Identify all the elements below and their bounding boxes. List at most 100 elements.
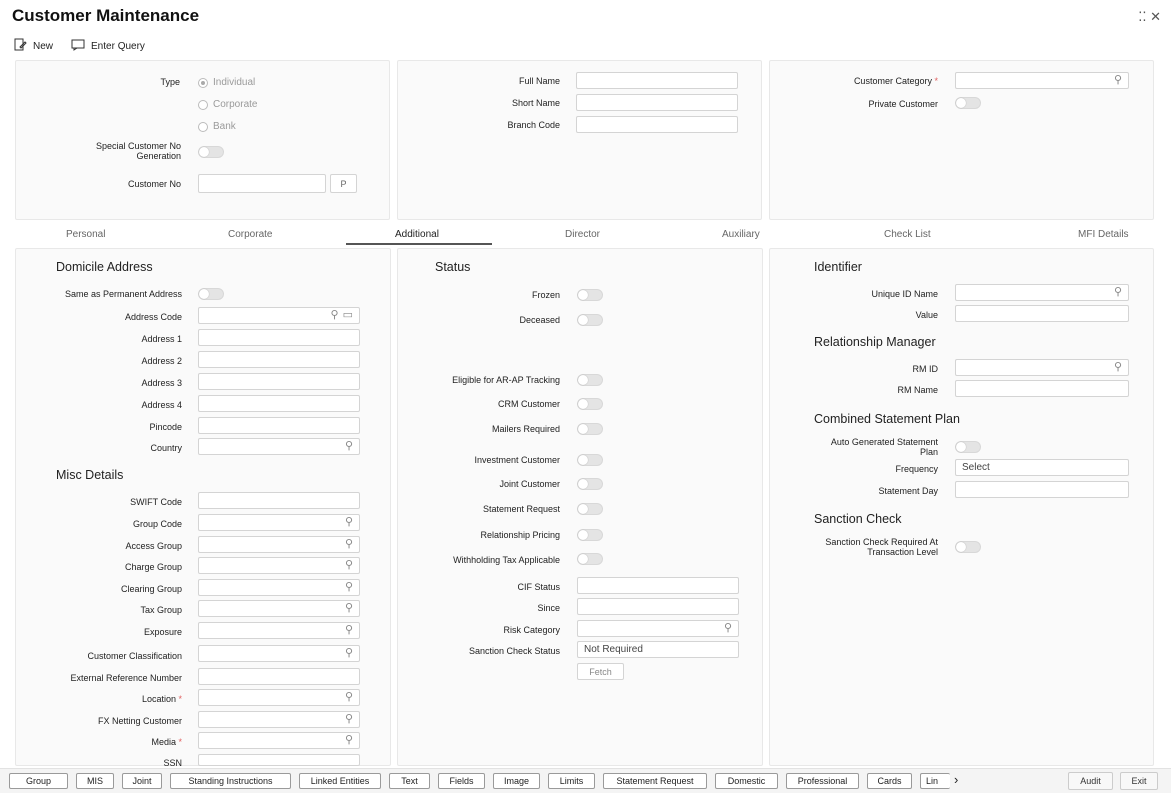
search-icon[interactable]: ⚲ bbox=[345, 625, 353, 636]
comment-icon[interactable]: ▭ bbox=[343, 310, 353, 321]
customer-category-input[interactable]: ⚲ bbox=[955, 72, 1129, 89]
search-icon[interactable]: ⚲ bbox=[345, 692, 353, 703]
limits-button[interactable]: Limits bbox=[548, 773, 595, 789]
search-icon[interactable]: ⚲ bbox=[331, 310, 339, 321]
address4-input[interactable] bbox=[198, 395, 360, 412]
auto-generated-toggle[interactable] bbox=[955, 441, 981, 453]
clearing-group-input[interactable]: ⚲ bbox=[198, 579, 360, 596]
sanction-check-required-toggle[interactable] bbox=[955, 541, 981, 553]
tab-check-list[interactable]: Check List bbox=[884, 229, 931, 240]
customer-no-input[interactable] bbox=[198, 174, 326, 193]
customer-classification-input[interactable]: ⚲ bbox=[198, 645, 360, 662]
standing-instructions-button[interactable]: Standing Instructions bbox=[170, 773, 291, 789]
media-input[interactable]: ⚲ bbox=[198, 732, 360, 749]
tab-mfi-details[interactable]: MFI Details bbox=[1078, 229, 1129, 240]
tab-auxiliary[interactable]: Auxiliary bbox=[722, 229, 760, 240]
tax-group-input[interactable]: ⚲ bbox=[198, 600, 360, 617]
branch-code-input[interactable] bbox=[576, 116, 738, 133]
swift-code-input[interactable] bbox=[198, 492, 360, 509]
pincode-input[interactable] bbox=[198, 417, 360, 434]
sanction-check-status-input[interactable]: Not Required bbox=[577, 641, 739, 658]
frozen-toggle[interactable] bbox=[577, 289, 603, 301]
linked-button-partial[interactable]: Lin bbox=[920, 773, 950, 789]
value-input[interactable] bbox=[955, 305, 1129, 322]
radio-bank[interactable]: Bank bbox=[198, 121, 236, 132]
group-code-input[interactable]: ⚲ bbox=[198, 514, 360, 531]
search-icon[interactable]: ⚲ bbox=[724, 623, 732, 634]
tab-personal[interactable]: Personal bbox=[66, 229, 105, 240]
short-name-input[interactable] bbox=[576, 94, 738, 111]
rm-name-input[interactable] bbox=[955, 380, 1129, 397]
statement-day-input[interactable] bbox=[955, 481, 1129, 498]
customer-no-p-button[interactable]: P bbox=[330, 174, 357, 193]
tab-corporate[interactable]: Corporate bbox=[228, 229, 272, 240]
search-icon[interactable]: ⚲ bbox=[345, 560, 353, 571]
search-icon[interactable]: ⚲ bbox=[345, 441, 353, 452]
tab-director[interactable]: Director bbox=[565, 229, 600, 240]
deceased-toggle[interactable] bbox=[577, 314, 603, 326]
close-icon[interactable]: ✕ bbox=[1150, 9, 1161, 24]
domestic-button[interactable]: Domestic bbox=[715, 773, 778, 789]
risk-category-input[interactable]: ⚲ bbox=[577, 620, 739, 637]
withholding-tax-toggle[interactable] bbox=[577, 553, 603, 565]
address2-input[interactable] bbox=[198, 351, 360, 368]
frequency-select[interactable]: Select bbox=[955, 459, 1129, 476]
tab-additional[interactable]: Additional bbox=[395, 229, 439, 240]
mailers-required-toggle[interactable] bbox=[577, 423, 603, 435]
address-code-input[interactable]: ⚲ ▭ bbox=[198, 307, 360, 324]
audit-button[interactable]: Audit bbox=[1068, 772, 1113, 790]
unique-id-name-input[interactable]: ⚲ bbox=[955, 284, 1129, 301]
enter-query-button[interactable]: Enter Query bbox=[71, 38, 145, 54]
location-input[interactable]: ⚲ bbox=[198, 689, 360, 706]
text-button[interactable]: Text bbox=[389, 773, 430, 789]
cif-status-input[interactable] bbox=[577, 577, 739, 594]
ssn-input[interactable] bbox=[198, 754, 360, 766]
full-name-input[interactable] bbox=[576, 72, 738, 89]
group-button[interactable]: Group bbox=[9, 773, 68, 789]
fetch-button[interactable]: Fetch bbox=[577, 663, 624, 680]
exit-button[interactable]: Exit bbox=[1120, 772, 1158, 790]
search-icon[interactable]: ⚲ bbox=[345, 603, 353, 614]
search-icon[interactable]: ⚲ bbox=[345, 582, 353, 593]
rm-id-input[interactable]: ⚲ bbox=[955, 359, 1129, 376]
radio-corporate[interactable]: Corporate bbox=[198, 99, 257, 110]
statement-request-button[interactable]: Statement Request bbox=[603, 773, 707, 789]
special-customer-toggle[interactable] bbox=[198, 146, 224, 158]
window-controls[interactable]: ⁚⁚ ✕ bbox=[1138, 9, 1161, 25]
search-icon[interactable]: ⚲ bbox=[345, 517, 353, 528]
relationship-pricing-toggle[interactable] bbox=[577, 529, 603, 541]
cards-button[interactable]: Cards bbox=[867, 773, 912, 789]
address1-input[interactable] bbox=[198, 329, 360, 346]
search-icon[interactable]: ⚲ bbox=[1114, 75, 1122, 86]
investment-customer-toggle[interactable] bbox=[577, 454, 603, 466]
private-customer-toggle[interactable] bbox=[955, 97, 981, 109]
search-icon[interactable]: ⚲ bbox=[345, 539, 353, 550]
image-button[interactable]: Image bbox=[493, 773, 540, 789]
linked-entities-button[interactable]: Linked Entities bbox=[299, 773, 381, 789]
exposure-input[interactable]: ⚲ bbox=[198, 622, 360, 639]
since-input[interactable] bbox=[577, 598, 739, 615]
access-group-input[interactable]: ⚲ bbox=[198, 536, 360, 553]
eligible-arap-toggle[interactable] bbox=[577, 374, 603, 386]
search-icon[interactable]: ⚲ bbox=[345, 648, 353, 659]
search-icon[interactable]: ⚲ bbox=[345, 735, 353, 746]
professional-button[interactable]: Professional bbox=[786, 773, 859, 789]
search-icon[interactable]: ⚲ bbox=[345, 714, 353, 725]
mis-button[interactable]: MIS bbox=[76, 773, 114, 789]
country-input[interactable]: ⚲ bbox=[198, 438, 360, 455]
joint-customer-toggle[interactable] bbox=[577, 478, 603, 490]
charge-group-input[interactable]: ⚲ bbox=[198, 557, 360, 574]
fx-netting-input[interactable]: ⚲ bbox=[198, 711, 360, 728]
same-as-permanent-toggle[interactable] bbox=[198, 288, 224, 300]
chevron-right-icon[interactable]: › bbox=[954, 772, 958, 787]
address3-input[interactable] bbox=[198, 373, 360, 390]
crm-customer-toggle[interactable] bbox=[577, 398, 603, 410]
new-button[interactable]: New bbox=[14, 38, 53, 54]
search-icon[interactable]: ⚲ bbox=[1114, 362, 1122, 373]
external-ref-input[interactable] bbox=[198, 668, 360, 685]
radio-individual[interactable]: Individual bbox=[198, 77, 255, 88]
statement-request-toggle[interactable] bbox=[577, 503, 603, 515]
search-icon[interactable]: ⚲ bbox=[1114, 287, 1122, 298]
resize-icon[interactable]: ⁚⁚ bbox=[1138, 9, 1146, 24]
fields-button[interactable]: Fields bbox=[438, 773, 485, 789]
